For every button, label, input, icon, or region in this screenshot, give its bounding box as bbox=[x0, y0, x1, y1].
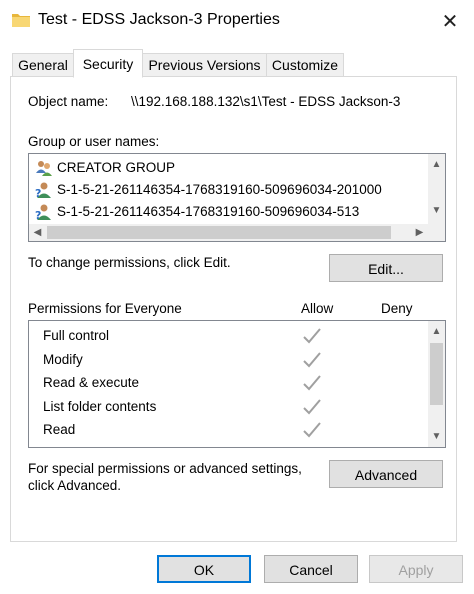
allow-check-icon bbox=[303, 399, 321, 415]
permission-row: Read bbox=[29, 419, 423, 442]
group-list-hscrollbar[interactable]: ◀ ▶ bbox=[29, 224, 445, 241]
list-item[interactable]: CREATOR GROUP bbox=[35, 157, 175, 179]
special-permissions-text-1: For special permissions or advanced sett… bbox=[28, 461, 302, 476]
permission-row: Full control bbox=[29, 325, 423, 348]
change-permissions-text: To change permissions, click Edit. bbox=[28, 255, 231, 270]
scroll-right-icon[interactable]: ▶ bbox=[411, 224, 428, 241]
list-item[interactable]: ? S-1-5-21-261146354-1768319160-50969603… bbox=[35, 201, 359, 223]
scroll-up-icon[interactable]: ▲ bbox=[428, 323, 445, 340]
tab-previous-versions[interactable]: Previous Versions bbox=[142, 53, 267, 76]
deny-header: Deny bbox=[381, 301, 413, 316]
unknown-user-icon: ? bbox=[35, 182, 51, 199]
window-title: Test - EDSS Jackson-3 Properties bbox=[38, 11, 280, 28]
permissions-list: Full control Modify Read & execute List fol… bbox=[28, 320, 446, 448]
list-item[interactable]: ? S-1-5-21-261146354-1768319160-50969603… bbox=[35, 179, 382, 201]
svg-text:?: ? bbox=[35, 209, 41, 221]
object-name-label: Object name: bbox=[28, 94, 109, 109]
group-list[interactable]: CREATOR GROUP ? S-1-5-21-261146354-17683… bbox=[28, 153, 446, 242]
close-button[interactable]: ✕ bbox=[436, 8, 464, 34]
scroll-up-icon[interactable]: ▲ bbox=[428, 156, 445, 173]
edit-button[interactable]: Edit... bbox=[329, 254, 443, 282]
permission-row: Modify bbox=[29, 349, 423, 372]
tab-customize[interactable]: Customize bbox=[266, 53, 344, 76]
permission-name: Full control bbox=[43, 328, 110, 343]
hscroll-thumb[interactable] bbox=[47, 226, 391, 239]
group-icon bbox=[36, 161, 52, 176]
scroll-down-icon[interactable]: ▼ bbox=[428, 202, 445, 219]
allow-check-icon bbox=[303, 328, 321, 344]
permissions-vscrollbar[interactable]: ▲ ▼ bbox=[428, 321, 445, 447]
svg-text:?: ? bbox=[35, 187, 41, 199]
permission-name: Read bbox=[43, 422, 76, 437]
scroll-down-icon[interactable]: ▼ bbox=[428, 428, 445, 445]
vscroll-thumb[interactable] bbox=[430, 343, 443, 405]
permission-name: Modify bbox=[43, 352, 83, 367]
advanced-button[interactable]: Advanced bbox=[329, 460, 443, 488]
allow-check-icon bbox=[303, 352, 321, 368]
tab-security[interactable]: Security bbox=[73, 49, 143, 78]
cancel-button[interactable]: Cancel bbox=[264, 555, 358, 583]
ok-button[interactable]: OK bbox=[157, 555, 251, 583]
permission-name: Read & execute bbox=[43, 375, 140, 390]
close-icon: ✕ bbox=[441, 10, 459, 33]
permission-row: List folder contents bbox=[29, 396, 423, 419]
group-names-label: Group or user names: bbox=[28, 134, 160, 149]
allow-header: Allow bbox=[301, 301, 334, 316]
scroll-left-icon[interactable]: ◀ bbox=[29, 224, 46, 241]
special-permissions-text-2: click Advanced. bbox=[28, 478, 122, 493]
permission-name: List folder contents bbox=[43, 399, 157, 414]
allow-check-icon bbox=[303, 375, 321, 391]
permissions-label: Permissions for Everyone bbox=[28, 301, 182, 316]
allow-check-icon bbox=[303, 422, 321, 438]
object-name-value: \\192.168.188.132\s1\Test - EDSS Jackson… bbox=[131, 94, 401, 109]
apply-button: Apply bbox=[369, 555, 463, 583]
group-list-vscrollbar[interactable]: ▲ ▼ bbox=[428, 154, 445, 224]
folder-icon bbox=[12, 14, 30, 27]
unknown-user-icon: ? bbox=[35, 204, 51, 221]
title-bar: Test - EDSS Jackson-3 Properties ✕ bbox=[0, 0, 474, 44]
permission-row: Read & execute bbox=[29, 372, 423, 395]
tab-general[interactable]: General bbox=[12, 53, 74, 76]
